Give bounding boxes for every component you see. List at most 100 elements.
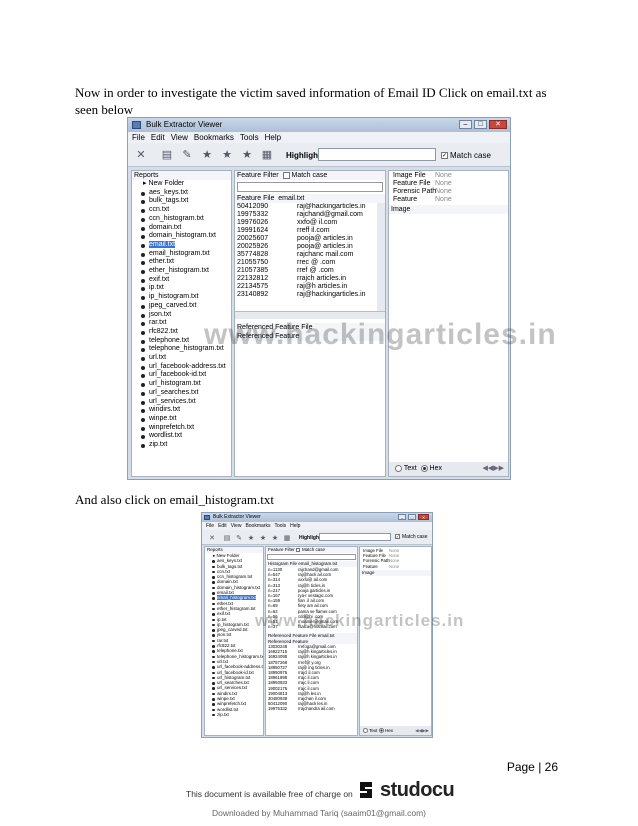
tree-file-item[interactable]: aes_keys.txt — [135, 189, 231, 198]
file-bullet-icon — [212, 618, 215, 622]
tree-file-item[interactable]: jpeg_carved.txt — [135, 302, 231, 311]
tree-file-item[interactable]: bulk_tags.txt — [135, 197, 231, 206]
tree-file-item[interactable]: domain.txt — [135, 224, 231, 233]
feature-file-row: Feature File email.txt — [235, 194, 385, 203]
tree-file-item[interactable]: email.txt — [135, 240, 231, 250]
tree-file-item[interactable]: ether.txt — [135, 258, 231, 267]
tree-file-item[interactable]: exif.txt — [135, 276, 231, 285]
tree-file-item[interactable]: ccn_histogram.txt — [135, 215, 231, 224]
close-icon[interactable]: ✕ — [418, 514, 429, 520]
tree-file-item[interactable]: url_services.txt — [135, 398, 231, 407]
tree-file-item[interactable]: zip.txt — [135, 441, 231, 450]
tree-file-item[interactable]: url_histogram.txt — [135, 380, 231, 389]
maximize-icon[interactable]: □ — [474, 120, 487, 129]
menu-file[interactable]: File — [206, 522, 214, 530]
tree-file-item[interactable]: ip_histogram.txt — [135, 293, 231, 302]
nav-arrows-icon[interactable]: ◀◀▶▶ — [415, 726, 431, 735]
tree-file-item[interactable]: ccn.txt — [135, 206, 231, 215]
feature-row[interactable]: 19991624 rreff il.com — [235, 227, 377, 235]
tree-file-label: ether.txt — [217, 600, 234, 606]
feature-row[interactable]: 50412090 raj@hackingarticles.in — [235, 203, 377, 211]
feature-row[interactable]: n=37 fsaica@hotmail.com — [266, 624, 357, 629]
tree-file-item[interactable]: telephone_histogram.txt — [135, 345, 231, 354]
close-icon[interactable]: ✕ — [489, 120, 507, 129]
menu-help[interactable]: Help — [290, 522, 300, 530]
tree-file-item[interactable]: url_facebook-id.txt — [135, 371, 231, 380]
window-title: Bulk Extractor Viewer — [146, 120, 223, 129]
tree-file-item[interactable]: email_histogram.txt — [135, 250, 231, 259]
root-folder-label: New Folder — [216, 553, 240, 558]
match-case-checkbox-icon[interactable] — [282, 171, 290, 179]
match-case-toggle[interactable]: ✓ Match case — [441, 151, 491, 160]
menu-edit[interactable]: Edit — [218, 522, 227, 530]
horizontal-scrollbar[interactable] — [235, 311, 385, 319]
feature-row[interactable]: 22134575 raj@h articles.in — [235, 283, 377, 291]
feature-row[interactable]: 22132812 rrajch articles.in — [235, 275, 377, 283]
minimize-icon[interactable]: – — [459, 120, 472, 129]
toolbar: ✕ ▤ ✎ ★ ★ ★ ▦ Highlight: ✓ Match case — [202, 530, 432, 545]
menu-tools[interactable]: Tools — [240, 132, 259, 143]
tree-file-item[interactable]: winprefetch.txt — [135, 424, 231, 433]
tree-file-item[interactable]: ether_histogram.txt — [135, 267, 231, 276]
match-case-checkbox-icon[interactable] — [296, 547, 301, 552]
tree-file-item[interactable]: ip.txt — [135, 284, 231, 293]
feature-row[interactable]: 20025926 pooja@ articles.in — [235, 243, 377, 251]
feature-row[interactable]: 19975332 rajchand@gmail.com — [235, 211, 377, 219]
menu-view[interactable]: View — [231, 522, 242, 530]
feature-row[interactable]: 21057385 rref @ .com — [235, 267, 377, 275]
feature-row[interactable]: 19976026 xxfo@ il.com — [235, 219, 377, 227]
tree-file-item[interactable]: rar.txt — [135, 319, 231, 328]
tree-file-item[interactable]: url.txt — [135, 354, 231, 363]
text-radio-icon[interactable] — [395, 464, 402, 472]
hex-radio-icon[interactable] — [378, 728, 384, 734]
tree-file-item[interactable]: domain_histogram.txt — [135, 232, 231, 241]
tree-root[interactable]: ▸ New Folder — [135, 180, 231, 189]
bookmark-star-icon[interactable]: ★ — [200, 148, 214, 162]
bookmark-manage-icon[interactable]: ★ — [240, 148, 254, 162]
feature-row[interactable]: 23140892 raj@hackingarticles.in — [235, 291, 377, 299]
print-icon[interactable]: ▦ — [260, 148, 274, 162]
tree-file-item[interactable]: windirs.txt — [135, 406, 231, 415]
print-icon[interactable]: ▦ — [280, 532, 294, 546]
feature-row[interactable]: 35774828 rajchanc mail.com — [235, 251, 377, 259]
menu-bookmarks[interactable]: Bookmarks — [194, 132, 234, 143]
feature-offset: 20025607 — [237, 235, 269, 242]
nav-arrows-icon[interactable]: ◀◀▶▶ — [482, 462, 508, 476]
tree-file-item[interactable]: zip.txt — [208, 712, 263, 717]
hex-radio-icon[interactable] — [420, 464, 428, 472]
tree-file-item[interactable]: url_facebook-address.txt — [135, 363, 231, 372]
menu-file[interactable]: File — [132, 132, 145, 143]
bookmark-remove-icon[interactable]: ★ — [220, 148, 234, 162]
feature-row[interactable]: 21055750 rrec @ .com — [235, 259, 377, 267]
close-report-icon[interactable]: ✕ — [134, 148, 148, 162]
tree-file-item[interactable]: wordlist.txt — [135, 432, 231, 441]
menu-bookmarks[interactable]: Bookmarks — [245, 522, 270, 530]
tree-file-item[interactable]: telephone.txt — [135, 337, 231, 346]
tree-file-item[interactable]: json.txt — [135, 311, 231, 320]
highlight-input[interactable] — [318, 148, 436, 161]
menu-view[interactable]: View — [171, 132, 188, 143]
image-meta-value: None — [389, 563, 400, 569]
tree-file-item[interactable]: url_searches.txt — [135, 389, 231, 398]
tree-file-item[interactable]: rfc822.txt — [135, 328, 231, 337]
menu-tools[interactable]: Tools — [274, 522, 286, 530]
menu-edit[interactable]: Edit — [151, 132, 165, 143]
text-radio-icon[interactable] — [363, 728, 368, 734]
tree-file-item[interactable]: winpe.txt — [135, 415, 231, 424]
close-report-icon[interactable]: ✕ — [205, 532, 219, 546]
feature-value: raj@hackingarticles.in — [297, 291, 366, 298]
minimize-icon[interactable]: – — [398, 514, 406, 520]
feature-row[interactable]: 19975332 rrajchandra ail.com — [266, 706, 357, 711]
report-tree: ▸ New Folder aes_keys.txt bulk_tags.txt cc… — [205, 553, 263, 717]
feature-filter-input[interactable] — [267, 554, 356, 560]
file-bullet-icon — [212, 645, 215, 648]
match-case-toggle[interactable]: ✓ Match case — [395, 534, 428, 540]
highlight-input[interactable] — [319, 533, 391, 541]
maximize-icon[interactable]: □ — [408, 514, 416, 520]
image-pane: Image File None Feature File None Forensic P… — [388, 170, 509, 477]
menu-help[interactable]: Help — [265, 132, 281, 143]
open-icon[interactable]: ▤ — [160, 148, 174, 162]
feature-row[interactable]: 20025607 pooja@ articles.in — [235, 235, 377, 243]
bookmark-add-icon[interactable]: ✎ — [180, 148, 194, 162]
feature-filter-input[interactable] — [237, 182, 383, 192]
